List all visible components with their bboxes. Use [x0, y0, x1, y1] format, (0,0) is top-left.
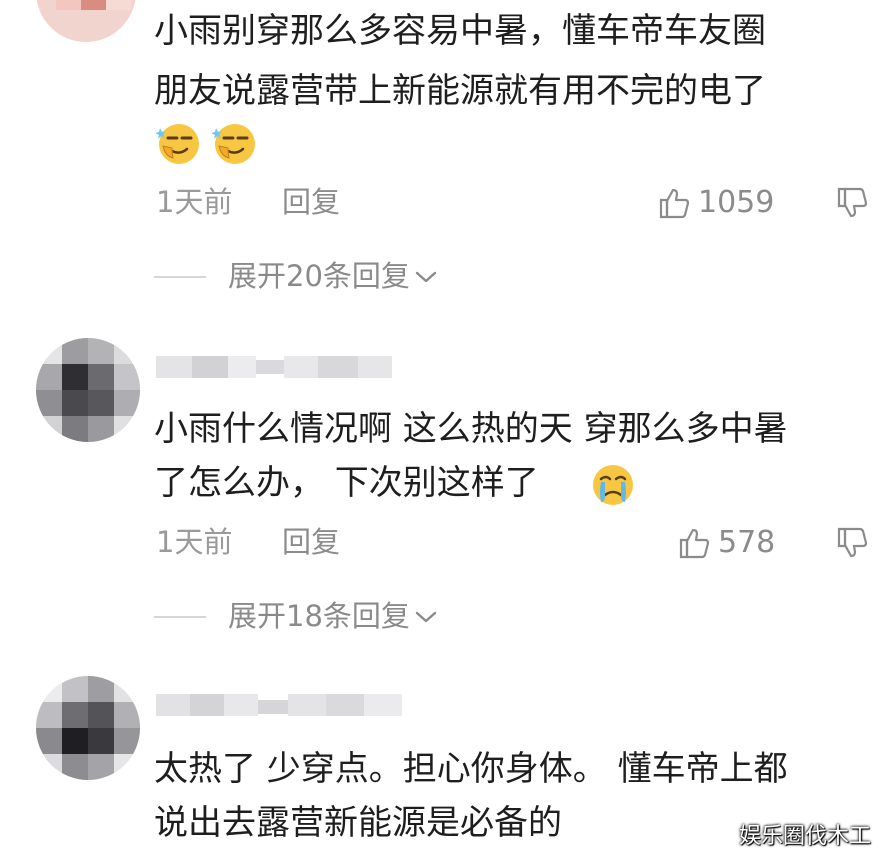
avatar[interactable] — [36, 0, 136, 42]
divider-line — [154, 275, 206, 278]
smirk-emoji — [156, 124, 199, 164]
comment-text-line: 朋友说露营带上新能源就有用不完的电了 — [154, 71, 766, 111]
divider-line — [154, 615, 206, 618]
comment-text-line: 太热了 少穿点。担心你身体。 懂车帝上都 — [154, 749, 788, 789]
chevron-down-icon — [415, 271, 437, 282]
crying-emoji — [593, 465, 633, 505]
watermark: 娱乐圈伐木工 — [738, 824, 871, 849]
expand-replies-button[interactable]: 展开20条回复 — [154, 262, 438, 291]
username-blurred[interactable] — [156, 690, 406, 724]
comment-time: 1天前 — [156, 525, 233, 559]
reply-button[interactable]: 回复 — [282, 528, 340, 557]
thumbs-up-icon — [659, 188, 690, 219]
username-blurred[interactable] — [156, 352, 396, 386]
thumbs-down-icon[interactable] — [836, 526, 870, 560]
expand-replies-label: 展开18条回复 — [228, 599, 410, 633]
avatar[interactable] — [36, 676, 140, 780]
smirk-emoji — [212, 124, 255, 164]
comment-text-line: 了怎么办， 下次别这样了 — [154, 463, 539, 503]
like-count: 1059 — [698, 185, 775, 220]
thumbs-up-icon — [679, 528, 710, 559]
like-button[interactable]: 1059 — [658, 186, 774, 220]
comment-time: 1天前 — [156, 185, 233, 219]
avatar[interactable] — [36, 338, 140, 442]
like-button[interactable]: 578 — [678, 526, 775, 560]
thumbs-down-icon[interactable] — [836, 186, 870, 220]
like-count: 578 — [718, 525, 776, 560]
comment-text-line: 说出去露营新能源是必备的 — [154, 803, 562, 843]
chevron-down-icon — [415, 611, 437, 622]
reply-button[interactable]: 回复 — [282, 188, 340, 217]
expand-replies-button[interactable]: 展开18条回复 — [154, 602, 438, 631]
comment-text-line: 小雨别穿那么多容易中暑，懂车帝车友圈 — [154, 11, 766, 51]
comment-text-line: 小雨什么情况啊 这么热的天 穿那么多中暑 — [154, 409, 788, 449]
expand-replies-label: 展开20条回复 — [228, 259, 410, 293]
